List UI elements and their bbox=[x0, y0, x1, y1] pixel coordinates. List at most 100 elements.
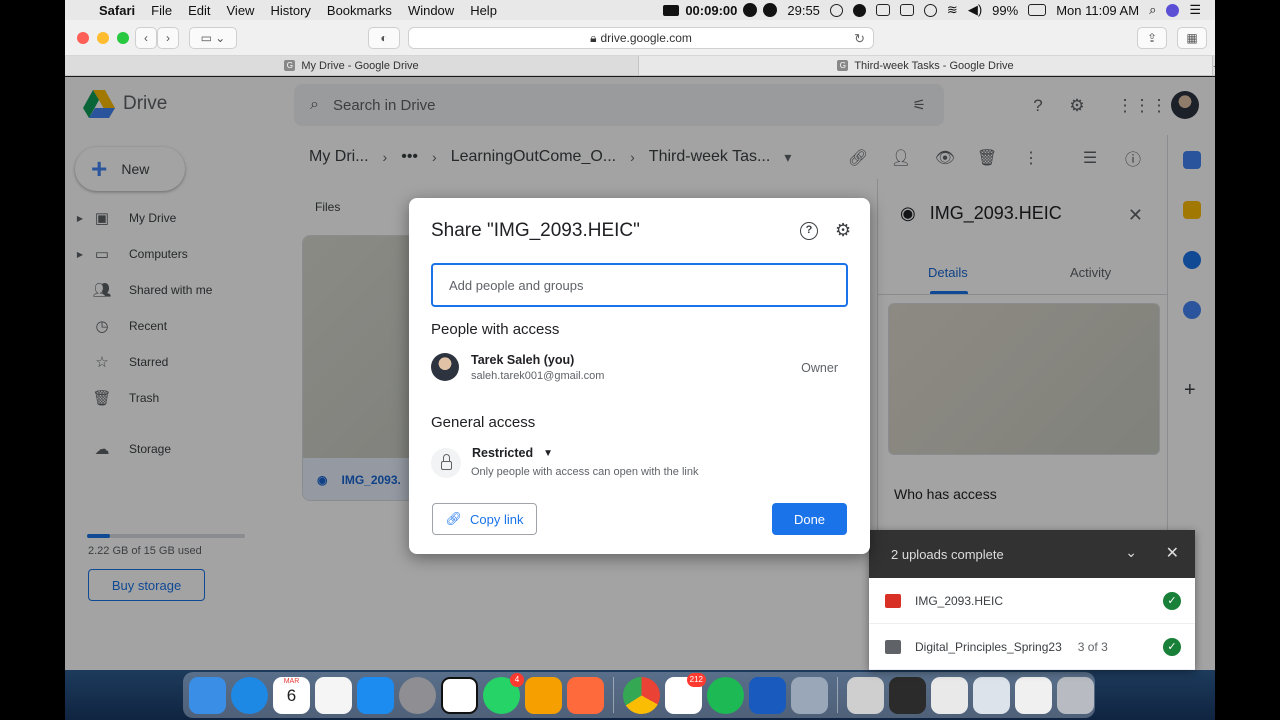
access-description: Only people with access can open with th… bbox=[471, 466, 699, 478]
tab-overview-icon[interactable]: ▦ bbox=[1177, 27, 1207, 49]
upload-toast-header: 2 uploads complete ⌄ ✕ bbox=[869, 530, 1195, 578]
minimized-window-icon[interactable] bbox=[847, 676, 884, 714]
menu-window[interactable]: Window bbox=[400, 3, 462, 18]
pause-icon[interactable] bbox=[743, 3, 758, 17]
image-file-icon bbox=[885, 593, 901, 608]
person-email: saleh.tarek001@gmail.com bbox=[471, 370, 605, 382]
back-button[interactable]: ‹ bbox=[135, 27, 157, 49]
menu-view[interactable]: View bbox=[219, 3, 263, 18]
volume-icon[interactable]: ◀) bbox=[968, 2, 982, 18]
menu-help[interactable]: Help bbox=[462, 3, 505, 18]
spotlight-icon[interactable]: ⌕ bbox=[1149, 2, 1156, 18]
wifi-icon[interactable]: ≋ bbox=[947, 2, 958, 18]
chrome-icon[interactable] bbox=[623, 676, 660, 714]
safari-icon[interactable] bbox=[231, 676, 268, 714]
new-tab-button[interactable]: + bbox=[1213, 56, 1215, 75]
battery-icon[interactable] bbox=[1028, 4, 1047, 16]
timer-icon[interactable] bbox=[829, 3, 843, 17]
whatsapp-icon[interactable]: 4 bbox=[483, 672, 524, 714]
battery-text: 99% bbox=[992, 2, 1019, 18]
minimized-window-icon[interactable] bbox=[1015, 676, 1052, 714]
browser-toolbar: ‹ › ▭ ⌄ ◐ 🔒︎ drive.google.com ↻ ⇪ ▦ bbox=[65, 20, 1215, 56]
url-text: drive.google.com bbox=[600, 31, 692, 45]
settings-icon[interactable]: ⚙ bbox=[835, 220, 851, 241]
maximize-window-button[interactable] bbox=[117, 32, 129, 44]
upload-status-text: 2 uploads complete bbox=[891, 546, 1004, 562]
minimized-window-icon[interactable] bbox=[931, 676, 968, 714]
share-page-icon[interactable]: ⇪ bbox=[1137, 27, 1167, 49]
recording-time: 00:09:00 bbox=[685, 2, 738, 18]
sidebar-toggle-button[interactable]: ▭ ⌄ bbox=[189, 27, 237, 49]
control-center-icon[interactable]: ☰ bbox=[1189, 2, 1201, 18]
browser-tab-my-drive[interactable]: G My Drive - Google Drive bbox=[65, 56, 639, 75]
forward-button[interactable]: › bbox=[157, 27, 179, 49]
reminders-icon[interactable] bbox=[315, 676, 352, 714]
word-icon[interactable] bbox=[749, 676, 786, 714]
trash-bin-icon[interactable] bbox=[1057, 676, 1094, 714]
tab-label: My Drive - Google Drive bbox=[301, 59, 419, 72]
lock-icon: 🔒︎ bbox=[590, 30, 597, 45]
general-access-heading: General access bbox=[431, 414, 536, 431]
chevron-down-icon[interactable]: ⌄ bbox=[1125, 544, 1137, 561]
app-store-icon[interactable] bbox=[357, 676, 394, 714]
stop-icon[interactable] bbox=[763, 3, 778, 17]
dialog-title: Share "IMG_2093.HEIC" bbox=[431, 220, 640, 241]
menu-file[interactable]: File bbox=[143, 3, 180, 18]
upload-item-count: 3 of 3 bbox=[1077, 639, 1108, 654]
calendar-month: MAR bbox=[283, 677, 300, 685]
menu-bookmarks[interactable]: Bookmarks bbox=[319, 3, 400, 18]
calendar-app-icon[interactable]: MAR 6 bbox=[273, 676, 310, 714]
spotify-icon[interactable] bbox=[707, 676, 744, 714]
screen-recorder-icon[interactable] bbox=[567, 676, 604, 714]
grammarly-icon[interactable] bbox=[852, 3, 866, 17]
privacy-shield-icon[interactable]: ◐ bbox=[368, 27, 400, 49]
upload-item[interactable]: IMG_2093.HEIC ✓ bbox=[869, 578, 1195, 624]
finder-icon[interactable] bbox=[189, 676, 226, 714]
minimized-window-icon[interactable] bbox=[973, 676, 1010, 714]
people-heading: People with access bbox=[431, 321, 560, 338]
camera-icon bbox=[663, 4, 680, 16]
close-icon[interactable]: ✕ bbox=[1166, 543, 1179, 563]
access-level-dropdown[interactable]: Restricted ▼ bbox=[472, 446, 553, 460]
folder-icon bbox=[885, 639, 901, 654]
minimized-window-icon[interactable] bbox=[889, 676, 926, 714]
whatsapp-badge: 4 bbox=[510, 672, 524, 687]
browser-tab-bar: G My Drive - Google Drive G Third-week T… bbox=[65, 56, 1215, 76]
system-preferences-icon[interactable] bbox=[399, 676, 436, 714]
clock-text[interactable]: Mon 11:09 AM bbox=[1056, 3, 1139, 18]
close-window-button[interactable] bbox=[77, 32, 89, 44]
upload-item[interactable]: Digital_Principles_Spring23 3 of 3 ✓ bbox=[869, 624, 1195, 670]
menu-edit[interactable]: Edit bbox=[180, 3, 218, 18]
check-icon: ✓ bbox=[1163, 638, 1181, 656]
person-name: Tarek Saleh (you) bbox=[471, 353, 575, 367]
help-icon[interactable]: ? bbox=[800, 222, 818, 240]
notion-icon[interactable] bbox=[441, 676, 478, 714]
minimize-window-button[interactable] bbox=[97, 32, 109, 44]
slack-badge: 212 bbox=[686, 672, 706, 687]
sublime-text-icon[interactable] bbox=[525, 676, 562, 714]
upload-toast: 2 uploads complete ⌄ ✕ IMG_2093.HEIC ✓ D… bbox=[869, 530, 1195, 670]
copy-link-button[interactable]: 🔗︎ Copy link bbox=[432, 503, 537, 535]
drive-favicon-icon: G bbox=[284, 60, 296, 71]
menu-history[interactable]: History bbox=[262, 3, 318, 18]
time-machine-icon[interactable] bbox=[923, 3, 937, 17]
add-people-input[interactable] bbox=[431, 263, 848, 307]
dock-divider bbox=[613, 677, 614, 713]
tab-label: Third-week Tasks - Google Drive bbox=[854, 59, 1014, 72]
preview-icon[interactable] bbox=[791, 676, 828, 714]
browser-tab-third-week[interactable]: G Third-week Tasks - Google Drive bbox=[639, 56, 1213, 75]
siri-icon[interactable] bbox=[1166, 3, 1180, 17]
slack-icon[interactable]: 212 bbox=[665, 672, 706, 714]
reload-icon[interactable]: ↻ bbox=[854, 31, 865, 47]
done-button[interactable]: Done bbox=[772, 503, 847, 535]
general-access-row: Restricted ▼ Only people with access can… bbox=[431, 446, 848, 482]
upload-item-name: Digital_Principles_Spring23 bbox=[915, 639, 1062, 654]
wifi-calling-icon[interactable] bbox=[875, 4, 890, 16]
share-dialog: Share "IMG_2093.HEIC" ? ⚙ People with ac… bbox=[409, 198, 870, 554]
menu-app-name[interactable]: Safari bbox=[91, 3, 143, 18]
lock-icon bbox=[431, 448, 461, 478]
app-a-icon[interactable] bbox=[899, 4, 914, 16]
dock-divider bbox=[837, 677, 838, 713]
address-bar[interactable]: 🔒︎ drive.google.com ↻ bbox=[408, 27, 874, 49]
recording-status[interactable]: 00:09:00 bbox=[663, 2, 778, 18]
